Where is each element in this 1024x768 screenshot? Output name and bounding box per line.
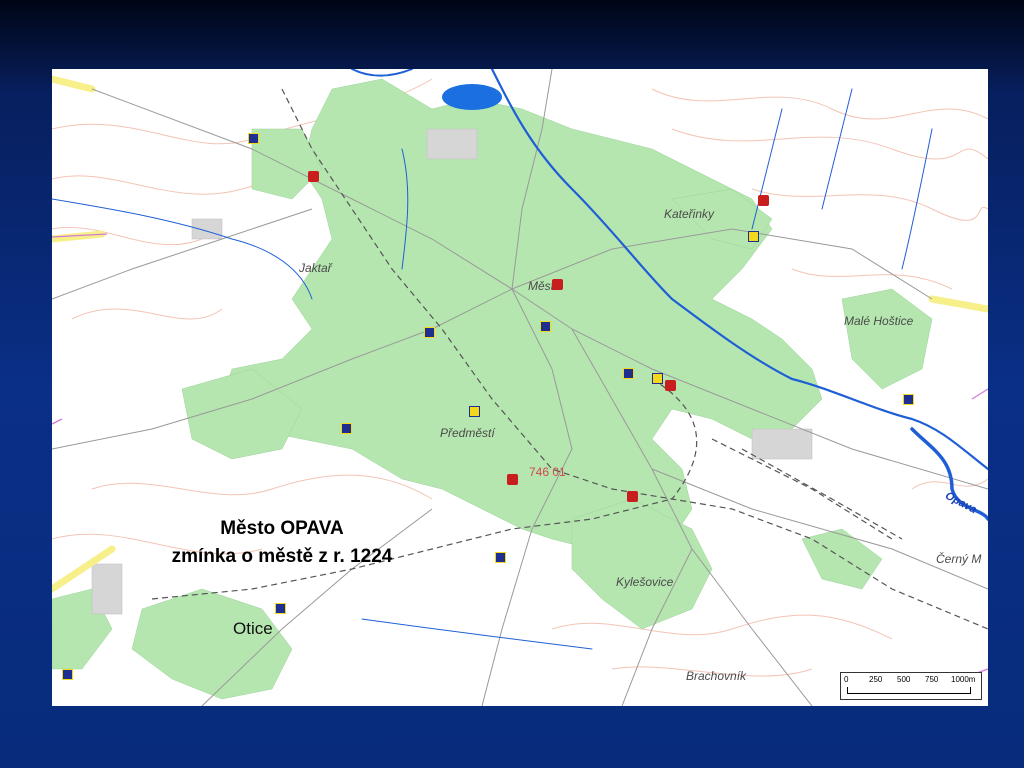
- scale-label: 500: [897, 675, 911, 684]
- scale-label: 750: [925, 675, 939, 684]
- poi-shop-icon[interactable]: [748, 231, 759, 242]
- poi-red-marker-icon[interactable]: [552, 279, 563, 290]
- caption-subtitle: zmínka o městě z r. 1224: [171, 546, 393, 567]
- poi-red-marker-icon[interactable]: [758, 195, 769, 206]
- poi-red-marker-icon[interactable]: [665, 380, 676, 391]
- poi-info-icon[interactable]: [540, 321, 551, 332]
- map-viewport[interactable]: Jaktař Kateřinky Město Malé Hoštice Před…: [52, 69, 988, 706]
- poi-hotel-icon[interactable]: [341, 423, 352, 434]
- scale-label: 1000m: [951, 675, 976, 684]
- place-label-otice: Otice: [233, 619, 273, 638]
- map-canvas: [52, 69, 988, 706]
- poi-parking-icon[interactable]: [248, 133, 259, 144]
- place-label-brachovnik: Brachovník: [686, 669, 747, 683]
- poi-lidl-icon[interactable]: [469, 406, 480, 417]
- poi-blue-marker-icon[interactable]: [623, 368, 634, 379]
- place-label-katerinky: Kateřinky: [664, 207, 715, 221]
- scale-line: [847, 687, 971, 694]
- poi-train-icon[interactable]: [424, 327, 435, 338]
- slide: Jaktař Kateřinky Město Malé Hoštice Před…: [0, 0, 1024, 768]
- postal-code-label: 746 01: [529, 465, 566, 479]
- map-caption: Město OPAVA zmínka o městě z r. 1224: [152, 515, 412, 571]
- place-label-predmesti: Předměstí: [440, 426, 495, 440]
- poi-red-marker-icon[interactable]: [627, 491, 638, 502]
- scale-label: 250: [869, 675, 883, 684]
- caption-title: Město OPAVA: [220, 518, 344, 539]
- built-up-areas: [52, 78, 933, 700]
- place-label-kylesovice: Kylešovice: [616, 575, 674, 589]
- poi-red-marker-icon[interactable]: [507, 474, 518, 485]
- poi-train-icon[interactable]: [275, 603, 286, 614]
- place-label-cerny-mlyn: Černý M: [936, 552, 982, 566]
- poi-train-icon[interactable]: [903, 394, 914, 405]
- place-label-jaktar: Jaktař: [299, 261, 332, 275]
- lake: [442, 84, 502, 110]
- scale-label: 0: [844, 675, 849, 684]
- poi-red-marker-icon[interactable]: [308, 171, 319, 182]
- poi-train-icon[interactable]: [62, 669, 73, 680]
- scale-bar: 0 250 500 750 1000m: [840, 672, 982, 700]
- poi-yellow-marker-icon[interactable]: [652, 373, 663, 384]
- poi-train-icon[interactable]: [495, 552, 506, 563]
- place-label-male-hostice: Malé Hoštice: [844, 314, 914, 328]
